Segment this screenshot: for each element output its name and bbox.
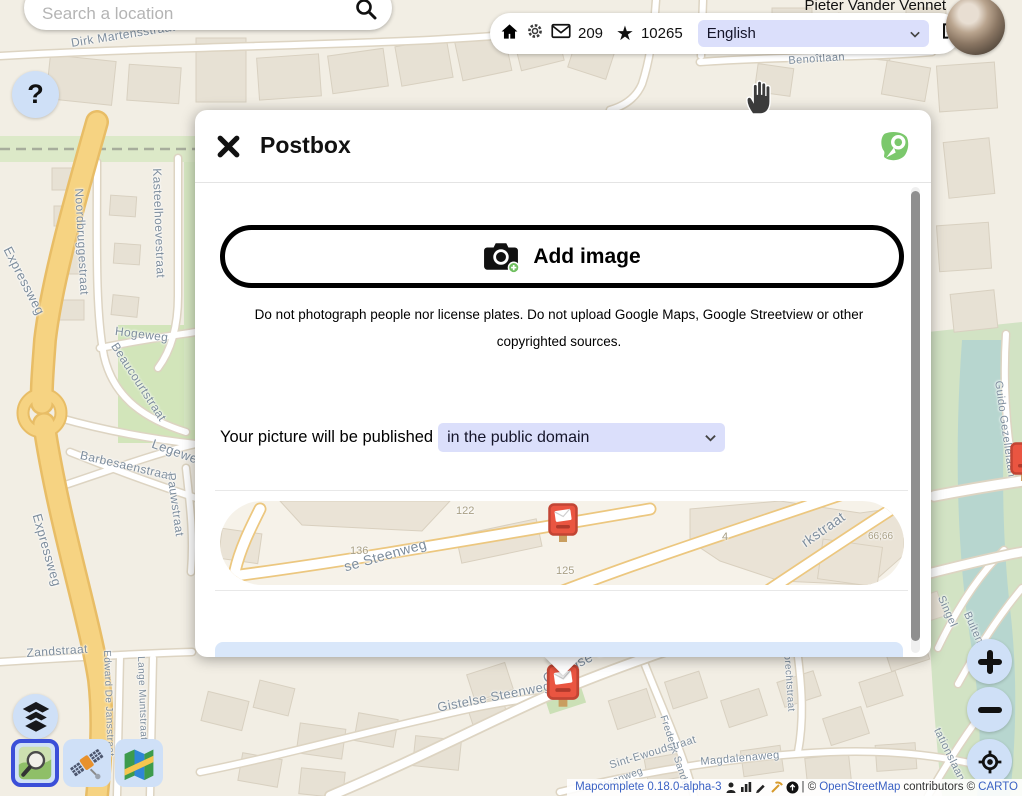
theme-button-osm-selected[interactable] <box>11 739 59 787</box>
locate-button[interactable] <box>967 739 1012 784</box>
search-icon[interactable] <box>354 0 378 26</box>
attribution-sep: | © <box>802 781 817 793</box>
theme-button-satellite[interactable] <box>63 739 111 787</box>
stats-icon <box>740 781 752 793</box>
zoom-in-button[interactable] <box>967 639 1012 684</box>
star-icon: ★ <box>616 21 634 46</box>
postbox-dialog: Postbox Add image Do not photograph peop… <box>195 110 931 657</box>
attribution-contributors: contributors © <box>903 781 975 793</box>
layers-button[interactable] <box>13 694 58 739</box>
layers-icon <box>19 699 53 735</box>
minus-icon <box>977 697 1003 723</box>
pickaxe-icon <box>770 781 783 793</box>
divider <box>215 490 908 491</box>
minimap-postbox-marker <box>548 503 578 550</box>
mapcomplete-app: { "topbar": { "search_placeholder": "Sea… <box>0 0 1022 796</box>
license-select[interactable]: in the public domain <box>438 423 725 452</box>
postbox-marker-edge[interactable] <box>1010 442 1022 489</box>
osm-map-icon <box>17 745 53 781</box>
dialog-body: Add image Do not photograph people nor l… <box>195 183 931 657</box>
scrollbar-thumb[interactable] <box>911 191 920 641</box>
license-prefix-label: Your picture will be published <box>220 428 433 447</box>
gear-icon[interactable] <box>526 22 544 45</box>
username-label: Pieter Vander Vennet <box>805 0 947 14</box>
folded-map-icon <box>121 745 157 781</box>
delete-button[interactable]: Delete <box>215 642 903 657</box>
circle-arrow-icon <box>786 781 799 794</box>
theme-button-basemap[interactable] <box>115 739 163 787</box>
dialog-header: Postbox <box>195 110 931 183</box>
chevron-down-icon <box>704 432 717 443</box>
messages-icon[interactable] <box>551 23 571 44</box>
close-icon[interactable] <box>215 133 242 160</box>
mapcomplete-logo-icon <box>877 128 911 170</box>
crosshair-icon <box>977 749 1003 775</box>
license-row: Your picture will be published in the pu… <box>220 423 725 452</box>
search-bar <box>24 0 392 30</box>
carto-link[interactable]: CARTO <box>978 781 1018 793</box>
add-image-button[interactable]: Add image <box>220 225 904 288</box>
minimap[interactable]: 122136se Steenweg1254rkstraat66;66 <box>220 501 904 585</box>
zoom-out-button[interactable] <box>967 687 1012 732</box>
divider <box>215 590 908 591</box>
plus-icon <box>977 649 1003 675</box>
osm-link[interactable]: OpenStreetMap <box>819 781 900 793</box>
satellite-icon <box>69 745 105 781</box>
mapcomplete-version-link[interactable]: Mapcomplete 0.18.0-alpha-3 <box>575 781 721 793</box>
photo-license-note: Do not photograph people nor license pla… <box>225 301 893 355</box>
pencil-icon <box>755 781 767 794</box>
camera-plus-icon <box>483 241 519 273</box>
changes-count: 10265 <box>641 25 683 42</box>
dialog-title: Postbox <box>260 132 351 159</box>
user-toolbar: 209 ★ 10265 English <box>490 13 960 54</box>
language-select[interactable]: English <box>698 20 929 47</box>
search-input[interactable] <box>24 4 354 30</box>
help-button[interactable]: ? <box>12 71 59 118</box>
delete-label: Delete <box>265 656 310 657</box>
messages-count: 209 <box>578 25 603 42</box>
attribution-bar: Mapcomplete 0.18.0-alpha-3 | © OpenStree… <box>567 779 1022 796</box>
trash-icon <box>229 653 251 657</box>
hand-cursor-icon <box>742 78 776 121</box>
home-icon[interactable] <box>500 22 519 46</box>
contributor-person-icon <box>725 781 737 794</box>
chevron-down-icon <box>909 29 921 39</box>
